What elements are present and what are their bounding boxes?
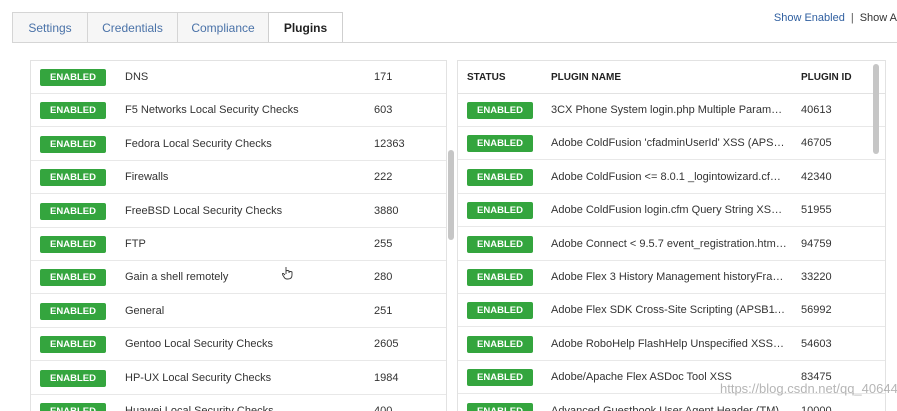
enabled-badge[interactable]: ENABLED [467, 168, 533, 186]
watermark-url: https://blog.csdn.net/qq_40644809 [720, 381, 897, 396]
plugin-table-header: STATUS PLUGIN NAME PLUGIN ID [458, 61, 885, 94]
plugin-name: Adobe ColdFusion <= 8.0.1 _logintowizard… [551, 170, 787, 183]
plugin-id: 94759 [801, 237, 832, 250]
family-name: FreeBSD Local Security Checks [125, 204, 283, 217]
tab-bar: Settings Credentials Compliance Plugins [12, 12, 897, 43]
family-plugin-count: 1984 [374, 371, 399, 384]
family-plugin-count: 3880 [374, 204, 399, 217]
family-name: Fedora Local Security Checks [125, 137, 272, 150]
plugin-name: Adobe RoboHelp FlashHelp Unspecified XSS… [551, 337, 787, 350]
plugin-name: Adobe ColdFusion login.cfm Query String … [551, 204, 787, 217]
plugin-name: Adobe Connect < 9.5.7 event_registration… [551, 237, 787, 250]
plugin-row[interactable]: ENABLEDAdvanced Guestbook User Agent Hea… [458, 395, 885, 411]
family-plugin-count: 400 [374, 405, 393, 411]
family-plugin-count: 255 [374, 238, 393, 250]
tab-settings[interactable]: Settings [12, 12, 88, 42]
plugin-row[interactable]: ENABLED Adobe RoboHelp FlashHelp Unspecif… [458, 328, 885, 361]
plugin-id: 54603 [801, 337, 832, 350]
plugin-family-list: ENABLED DNS 171 ENABLED F5 Networks Local Se… [30, 60, 447, 411]
link-separator: | [850, 12, 854, 24]
header-status[interactable]: STATUS [467, 61, 506, 94]
enabled-badge[interactable]: ENABLED [40, 102, 106, 120]
family-list-scrollbar[interactable] [448, 150, 454, 240]
plugin-name: Adobe Flex 3 History Management historyF… [551, 271, 787, 283]
family-row[interactable]: ENABLED Gain a shell remotely 280 [31, 261, 446, 295]
tab-plugins[interactable]: Plugins [268, 12, 343, 43]
family-row[interactable]: ENABLED General 251 [31, 295, 446, 328]
tab-credentials[interactable]: Credentials [87, 12, 178, 42]
plugin-name: Adobe Flex SDK Cross-Site Scripting (APS… [551, 304, 787, 317]
family-row[interactable]: ENABLED Fedora Local Security Checks 12363 [31, 128, 446, 161]
family-row[interactable]: ENABLED Firewalls 222 [31, 161, 446, 195]
enabled-badge[interactable]: ENABLED [467, 135, 533, 153]
enabled-badge[interactable]: ENABLED [467, 335, 533, 353]
plugin-name: Advanced Guestbook User Agent Header (TM… [551, 404, 780, 411]
enabled-badge[interactable]: ENABLED [467, 369, 533, 387]
family-plugin-count: 222 [374, 171, 393, 184]
plugin-id: 10000 [801, 404, 832, 411]
family-plugin-count: 12363 [374, 137, 405, 150]
family-plugin-count: 251 [374, 304, 393, 317]
plugin-id: 40613 [801, 104, 832, 116]
plugin-list: STATUS PLUGIN NAME PLUGIN ID ENABLED 3CX … [457, 60, 886, 411]
enabled-badge[interactable]: ENABLED [467, 235, 533, 253]
enabled-badge[interactable]: ENABLED [467, 302, 533, 320]
family-name: Gentoo Local Security Checks [125, 338, 273, 351]
show-all-link[interactable]: Show A [860, 12, 897, 24]
enabled-badge[interactable]: ENABLED [40, 202, 106, 220]
tab-compliance[interactable]: Compliance [177, 12, 269, 42]
plugin-row[interactable]: ENABLED Adobe ColdFusion 'cfadminUserId' … [458, 127, 885, 161]
enabled-badge[interactable]: ENABLED [40, 169, 106, 187]
plugin-row[interactable]: ENABLED Adobe ColdFusion <= 8.0.1 _logint… [458, 161, 885, 194]
family-row[interactable]: ENABLED F5 Networks Local Security Checks… [31, 94, 446, 128]
family-name: General [125, 304, 165, 317]
plugin-id: 46705 [801, 137, 832, 150]
plugin-id: 51955 [801, 204, 832, 217]
enabled-badge[interactable]: ENABLED [467, 102, 533, 119]
enabled-badge[interactable]: ENABLED [40, 336, 106, 354]
plugin-name: Adobe ColdFusion 'cfadminUserId' XSS (AP… [551, 137, 787, 150]
tab-divider [12, 42, 897, 43]
family-row[interactable]: ENABLED Gentoo Local Security Checks 2605 [31, 328, 446, 362]
family-row[interactable]: ENABLED DNS 171 [31, 61, 446, 94]
family-name: Firewalls [125, 171, 169, 184]
plugin-row[interactable]: ENABLED Adobe Flex SDK Cross-Site Scripti… [458, 294, 885, 328]
enabled-badge[interactable]: ENABLED [40, 69, 106, 86]
family-name: Huawei Local Security Checks [125, 405, 274, 411]
plugin-list-scrollbar[interactable] [873, 64, 879, 154]
plugin-row[interactable]: ENABLED 3CX Phone System login.php Multip… [458, 94, 885, 127]
enabled-badge[interactable]: ENABLED [40, 369, 106, 387]
family-row[interactable]: ENABLED FTP 255 [31, 228, 446, 261]
family-name: DNS [125, 71, 149, 83]
plugin-id: 56992 [801, 304, 832, 317]
family-name: F5 Networks Local Security Checks [125, 104, 299, 117]
plugin-id: 33220 [801, 271, 832, 283]
family-row[interactable]: ENABLED HP-UX Local Security Checks 1984 [31, 362, 446, 395]
header-plugin-name[interactable]: PLUGIN NAME [551, 61, 621, 94]
family-plugin-count: 2605 [374, 338, 399, 351]
enabled-badge[interactable]: ENABLED [40, 236, 106, 253]
enabled-badge[interactable]: ENABLED [40, 302, 106, 320]
show-enabled-link[interactable]: Show Enabled [774, 12, 845, 24]
filter-links: Show Enabled | Show A [774, 12, 897, 24]
family-plugin-count: 171 [374, 71, 393, 83]
enabled-badge[interactable]: ENABLED [467, 202, 533, 220]
family-row[interactable]: ENABLEDHuawei Local Security Checks400 [31, 395, 446, 411]
plugin-row[interactable]: ENABLED Adobe Connect < 9.5.7 event_regis… [458, 228, 885, 261]
header-plugin-id[interactable]: PLUGIN ID [801, 61, 852, 94]
family-plugin-count: 603 [374, 104, 393, 117]
family-plugin-count: 280 [374, 271, 393, 284]
hand-cursor-icon [282, 267, 293, 280]
family-name: HP-UX Local Security Checks [125, 371, 272, 384]
enabled-badge[interactable]: ENABLED [467, 269, 533, 286]
family-row[interactable]: ENABLED FreeBSD Local Security Checks 3880 [31, 195, 446, 228]
plugin-id: 42340 [801, 170, 832, 183]
enabled-badge[interactable]: ENABLED [40, 135, 106, 153]
plugin-row[interactable]: ENABLED Adobe Flex 3 History Management h… [458, 261, 885, 294]
family-name: Gain a shell remotely [125, 271, 229, 284]
enabled-badge[interactable]: ENABLED [40, 269, 106, 287]
plugin-row[interactable]: ENABLED Adobe ColdFusion login.cfm Query … [458, 194, 885, 228]
family-name: FTP [125, 238, 146, 250]
plugin-name: 3CX Phone System login.php Multiple Para… [551, 104, 787, 116]
